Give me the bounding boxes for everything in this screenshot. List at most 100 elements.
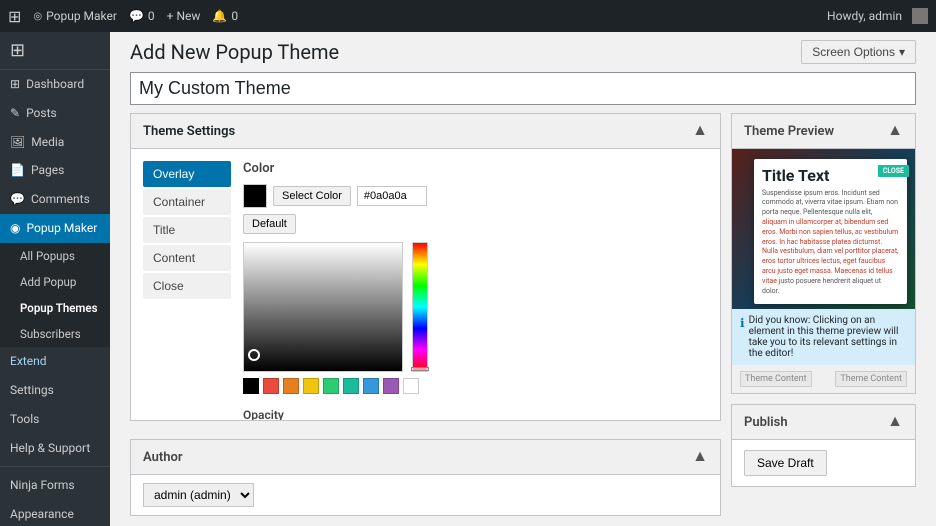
sidebar-item-comments[interactable]: 💬 Comments xyxy=(0,185,110,214)
tab-overlay[interactable]: Overlay xyxy=(143,161,231,187)
avatar xyxy=(912,8,928,24)
sidebar: ⊞ ⊞ Dashboard ✎ Posts 🖼 Media 📄 Pages 💬 … xyxy=(0,32,110,526)
admin-bar-right: Howdy, admin xyxy=(827,8,928,24)
sidebar-divider xyxy=(0,466,110,467)
new-count[interactable]: 🔔 0 xyxy=(212,9,238,23)
swatch-green[interactable] xyxy=(323,378,339,394)
dashboard-icon: ⊞ xyxy=(10,76,20,93)
sidebar-logo: ⊞ xyxy=(0,32,110,70)
left-panels: Theme Settings ▲ Overlay Container Title… xyxy=(130,113,721,516)
sidebar-item-add-popup[interactable]: Add Popup xyxy=(0,269,110,295)
panel-body: Overlay Container Title Content Close Co… xyxy=(131,149,720,420)
sidebar-item-subscribers[interactable]: Subscribers xyxy=(0,321,110,347)
theme-name-row xyxy=(110,64,936,113)
swatch-yellow[interactable] xyxy=(303,378,319,394)
theme-settings-panel: Theme Settings ▲ Overlay Container Title… xyxy=(130,113,721,421)
author-title: Author xyxy=(143,450,183,465)
author-select[interactable]: admin (admin) xyxy=(143,483,254,507)
sidebar-item-ninja-forms[interactable]: Ninja Forms xyxy=(0,471,110,500)
sidebar-item-popup-themes[interactable]: Popup Themes xyxy=(0,295,110,321)
publish-title: Publish xyxy=(744,415,788,430)
opacity-label: Opacity xyxy=(243,408,708,420)
right-sidebar: Theme Preview ▲ CLOSE Title Text Suspend… xyxy=(731,113,916,516)
preview-footer-item-2: Theme Content xyxy=(835,371,907,387)
chevron-down-icon: ▾ xyxy=(899,45,905,59)
preview-body: CLOSE Title Text Suspendisse ipsum eros.… xyxy=(732,149,915,393)
panel-toggle-button[interactable]: ▲ xyxy=(692,122,708,140)
panel-header: Theme Settings ▲ xyxy=(131,114,720,149)
theme-name-input[interactable] xyxy=(130,72,916,105)
color-swatch xyxy=(243,184,267,208)
content-area: Theme Settings ▲ Overlay Container Title… xyxy=(110,113,936,526)
color-label: Color xyxy=(243,161,708,176)
preview-header: Theme Preview ▲ xyxy=(732,114,915,149)
tab-content[interactable]: Content xyxy=(143,245,231,271)
info-icon: ℹ xyxy=(740,316,745,330)
media-icon: 🖼 xyxy=(10,134,25,151)
opacity-section: Opacity 38% - + xyxy=(243,408,708,420)
howdy-label: Howdy, admin xyxy=(827,9,902,23)
wp-logo[interactable]: ⊞ xyxy=(8,7,21,26)
preview-toggle-button[interactable]: ▲ xyxy=(887,122,903,140)
swatch-blue[interactable] xyxy=(363,378,379,394)
publish-toggle-button[interactable]: ▲ xyxy=(887,413,903,431)
preview-close-button[interactable]: CLOSE xyxy=(878,165,909,177)
screen-options-button[interactable]: Screen Options ▾ xyxy=(801,40,916,64)
preview-screenshot: CLOSE Title Text Suspendisse ipsum eros.… xyxy=(732,149,915,309)
swatch-black[interactable] xyxy=(243,378,259,394)
sidebar-item-extend[interactable]: Extend xyxy=(0,347,110,376)
page-header: Add New Popup Theme Screen Options ▾ xyxy=(110,32,936,64)
preview-info: ℹ Did you know: Clicking on an element i… xyxy=(732,309,915,365)
panel-title: Theme Settings xyxy=(143,124,235,139)
gradient-handle[interactable] xyxy=(248,349,260,361)
preview-popup[interactable]: CLOSE Title Text Suspendisse ipsum eros.… xyxy=(754,159,907,304)
sidebar-item-all-popups[interactable]: All Popups xyxy=(0,243,110,269)
sidebar-item-tools[interactable]: Tools xyxy=(0,405,110,434)
sidebar-item-posts[interactable]: ✎ Posts xyxy=(0,99,110,128)
hue-handle xyxy=(411,367,429,371)
color-picker xyxy=(243,242,708,394)
tab-title[interactable]: Title xyxy=(143,217,231,243)
author-toggle-button[interactable]: ▲ xyxy=(692,448,708,466)
default-button[interactable]: Default xyxy=(243,214,296,234)
publish-body: Save Draft xyxy=(732,440,915,486)
tab-nav: Overlay Container Title Content Close xyxy=(143,161,231,299)
admin-bar: ⊞ ◎ Popup Maker 💬 0 + New 🔔 0 Howdy, adm… xyxy=(0,0,936,32)
select-color-button[interactable]: Select Color xyxy=(273,186,351,206)
popup-maker-icon: ◉ xyxy=(10,220,20,237)
color-gradient[interactable] xyxy=(243,242,403,372)
sidebar-item-settings[interactable]: Settings xyxy=(0,376,110,405)
tab-container[interactable]: Container xyxy=(143,189,231,215)
comments-count[interactable]: 💬 0 xyxy=(129,9,155,23)
swatch-purple[interactable] xyxy=(383,378,399,394)
sidebar-item-help-support[interactable]: Help & Support xyxy=(0,434,110,463)
sidebar-item-popup-maker[interactable]: ◉ Popup Maker xyxy=(0,214,110,243)
sidebar-submenu-popup-maker: All Popups Add Popup Popup Themes Subscr… xyxy=(0,243,110,347)
tab-content-overlay: Color Select Color Default xyxy=(243,161,708,420)
theme-preview-panel: Theme Preview ▲ CLOSE Title Text Suspend… xyxy=(731,113,916,394)
publish-header: Publish ▲ xyxy=(732,405,915,440)
color-hex-input[interactable] xyxy=(357,186,427,206)
color-swatches xyxy=(243,378,708,394)
preview-popup-text: Suspendisse ipsum eros. Incidunt sed com… xyxy=(762,189,899,297)
sidebar-item-media[interactable]: 🖼 Media xyxy=(0,128,110,157)
tab-close[interactable]: Close xyxy=(143,273,231,299)
swatch-teal[interactable] xyxy=(343,378,359,394)
posts-icon: ✎ xyxy=(10,105,20,122)
publish-panel: Publish ▲ Save Draft xyxy=(731,404,916,487)
sidebar-item-appearance[interactable]: Appearance xyxy=(0,500,110,526)
sidebar-item-dashboard[interactable]: ⊞ Dashboard xyxy=(0,70,110,99)
author-body: admin (admin) xyxy=(131,475,720,515)
preview-red-text: aliquam in ullamcorper at, bibendum sed … xyxy=(762,218,899,285)
swatch-orange[interactable] xyxy=(283,378,299,394)
author-header: Author ▲ xyxy=(131,440,720,475)
new-button[interactable]: + New xyxy=(167,9,201,23)
save-draft-button[interactable]: Save Draft xyxy=(744,450,827,476)
swatch-red[interactable] xyxy=(263,378,279,394)
page-title: Add New Popup Theme xyxy=(130,40,339,64)
swatch-white[interactable] xyxy=(403,378,419,394)
sidebar-item-pages[interactable]: 📄 Pages xyxy=(0,156,110,185)
site-name[interactable]: ◎ Popup Maker xyxy=(33,9,117,23)
hue-slider[interactable] xyxy=(412,242,428,372)
preview-footer: Theme Content Theme Content xyxy=(732,365,915,393)
